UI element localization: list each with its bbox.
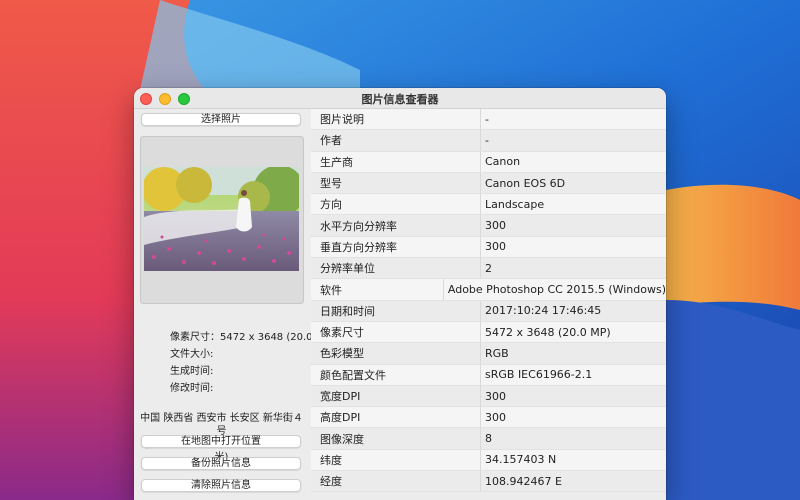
property-value: Landscape bbox=[485, 197, 545, 211]
property-name: 图片说明 bbox=[311, 109, 481, 130]
table-row[interactable]: 型号 Canon EOS 6D bbox=[311, 172, 666, 195]
metadata-table: 图片说明 - 作者 - 生产商 Canon 型号 Canon EOS 6D 方向 Landscap… bbox=[311, 109, 666, 500]
table-row[interactable]: 作者 - bbox=[311, 130, 666, 152]
clear-info-button[interactable]: 清除照片信息 bbox=[141, 479, 301, 492]
property-name: 经度 bbox=[311, 471, 481, 492]
table-row[interactable]: 水平方向分辨率 300 bbox=[311, 215, 666, 237]
property-name: 水平方向分辨率 bbox=[311, 215, 481, 236]
property-name: 方向 bbox=[311, 194, 481, 215]
property-name: 高度DPI bbox=[311, 407, 481, 428]
property-value: 2 bbox=[485, 261, 492, 275]
table-row[interactable]: 生产商 Canon bbox=[311, 151, 666, 173]
photo-preview[interactable] bbox=[140, 136, 304, 304]
choose-photo-button[interactable]: 选择照片 bbox=[141, 113, 301, 126]
property-name: 日期和时间 bbox=[311, 300, 481, 321]
property-value: sRGB IEC61966-2.1 bbox=[485, 368, 593, 382]
photo-thumbnail bbox=[144, 167, 299, 271]
left-panel: 选择照片 像素尺寸：5472 x 3648 (20.0 MP 文件大小: 生成时… bbox=[134, 109, 330, 500]
table-row[interactable]: 宽度DPI 300 bbox=[311, 385, 666, 408]
table-row[interactable]: 高度DPI 300 bbox=[311, 407, 666, 429]
table-row[interactable]: 经度 108.942467 E bbox=[311, 471, 666, 493]
property-name: 色彩模型 bbox=[311, 343, 481, 364]
property-name: 颜色配置文件 bbox=[311, 364, 481, 385]
table-row[interactable]: 方向 Landscape bbox=[311, 194, 666, 216]
property-name: 生产商 bbox=[311, 151, 481, 172]
property-value: Canon EOS 6D bbox=[485, 176, 566, 190]
property-value: 5472 x 3648 (20.0 MP) bbox=[485, 325, 611, 339]
file-size-label: 文件大小: bbox=[170, 349, 214, 360]
property-value: 34.157403 N bbox=[485, 453, 557, 467]
property-value: 300 bbox=[485, 389, 506, 403]
property-name: 纬度 bbox=[311, 449, 481, 471]
pixel-size-text: 像素尺寸：5472 x 3648 (20.0 MP bbox=[170, 332, 331, 343]
image-info-window: 图片信息查看器 选择照片 像素尺寸：5472 x 3648 (20.0 MP 文… bbox=[134, 88, 666, 500]
property-value: 300 bbox=[485, 410, 506, 424]
table-row[interactable]: 图像深度 8 bbox=[311, 428, 666, 450]
property-name: 像素尺寸 bbox=[311, 321, 481, 343]
modified-time-label: 修改时间: bbox=[170, 383, 214, 394]
table-row[interactable]: 色彩模型 RGB bbox=[311, 343, 666, 365]
property-value: - bbox=[485, 112, 489, 126]
created-time-label: 生成时间: bbox=[170, 366, 214, 377]
property-name: 分辨率单位 bbox=[311, 258, 481, 279]
backup-info-button[interactable]: 备份照片信息 bbox=[141, 457, 301, 470]
property-name: 垂直方向分辨率 bbox=[311, 236, 481, 258]
property-value: Adobe Photoshop CC 2015.5 (Windows) bbox=[447, 283, 666, 297]
property-value: 2017:10:24 17:46:45 bbox=[485, 304, 602, 318]
file-info: 像素尺寸：5472 x 3648 (20.0 MP 文件大小: 生成时间: 修改… bbox=[170, 329, 330, 397]
table-row[interactable]: 颜色配置文件 sRGB IEC61966-2.1 bbox=[311, 364, 666, 386]
table-row[interactable]: 分辨率单位 2 bbox=[311, 258, 666, 280]
window-title: 图片信息查看器 bbox=[361, 93, 439, 106]
table-row[interactable]: 图片说明 - bbox=[311, 109, 666, 131]
property-value: RGB bbox=[485, 346, 509, 360]
property-value: 108.942467 E bbox=[485, 474, 562, 488]
table-row[interactable]: 纬度 34.157403 N bbox=[311, 449, 666, 472]
property-name: 型号 bbox=[311, 172, 481, 194]
property-name: 软件 bbox=[311, 279, 444, 300]
property-value: - bbox=[485, 133, 489, 147]
property-value: 300 bbox=[485, 219, 506, 233]
table-row[interactable]: 垂直方向分辨率 300 bbox=[311, 236, 666, 259]
property-value: Canon bbox=[485, 155, 521, 169]
title-bar: 图片信息查看器 bbox=[134, 88, 666, 109]
table-row[interactable]: 软件 Adobe Photoshop CC 2015.5 (Windows) bbox=[311, 279, 666, 301]
property-value: 8 bbox=[485, 432, 492, 446]
property-name: 图像深度 bbox=[311, 428, 481, 449]
open-in-map-button[interactable]: 在地图中打开位置 bbox=[141, 435, 301, 448]
property-name: 宽度DPI bbox=[311, 385, 481, 407]
table-row[interactable]: 像素尺寸 5472 x 3648 (20.0 MP) bbox=[311, 321, 666, 344]
property-value: 300 bbox=[485, 240, 506, 254]
property-name: 作者 bbox=[311, 130, 481, 151]
table-row[interactable]: 日期和时间 2017:10:24 17:46:45 bbox=[311, 300, 666, 322]
